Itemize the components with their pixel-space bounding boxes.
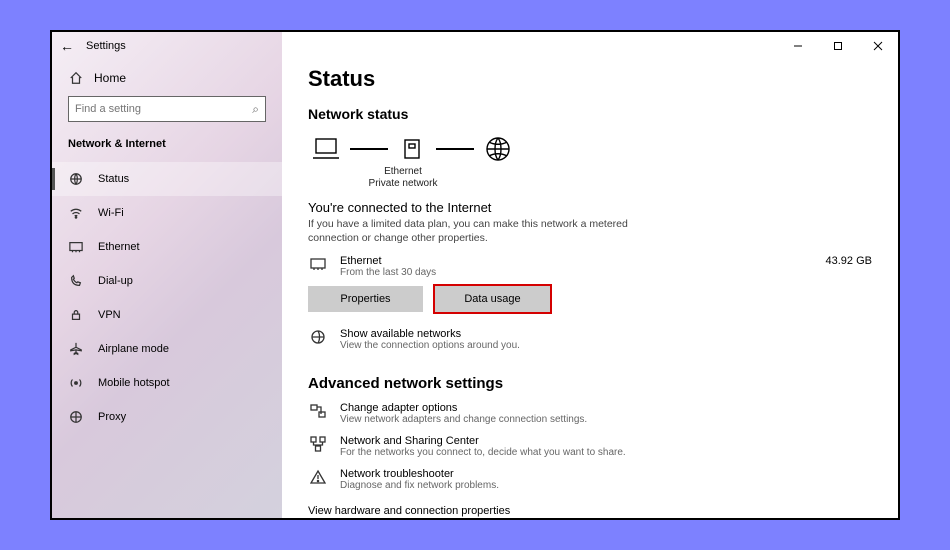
wifi-icon <box>68 205 84 221</box>
sidebar-item-proxy[interactable]: Proxy <box>52 400 282 434</box>
section-title: Network & Internet <box>52 134 282 162</box>
back-button[interactable]: ← <box>60 38 74 54</box>
network-diagram <box>308 134 872 164</box>
link-sub: View the connection options around you. <box>340 340 520 351</box>
sidebar-item-label: Ethernet <box>98 241 140 253</box>
sidebar-item-airplane[interactable]: Airplane mode <box>52 332 282 366</box>
maximize-button[interactable] <box>818 33 858 59</box>
connected-desc: If you have a limited data plan, you can… <box>308 218 638 245</box>
search-input[interactable] <box>75 103 246 115</box>
search-box[interactable]: ⌕ <box>68 96 266 122</box>
link-title: Show available networks <box>340 328 520 340</box>
sidebar-item-status[interactable]: Status <box>52 162 282 196</box>
adapter-options-link[interactable]: Change adapter options View network adap… <box>308 402 872 425</box>
hotspot-icon <box>68 375 84 391</box>
advanced-heading: Advanced network settings <box>308 375 872 392</box>
vpn-icon <box>68 307 84 323</box>
adapter-name: Ethernet <box>340 255 814 267</box>
ethernet-icon <box>308 255 328 272</box>
show-networks-link[interactable]: Show available networks View the connect… <box>308 328 872 351</box>
link-title: Network troubleshooter <box>340 468 499 480</box>
sidebar-item-label: Status <box>98 173 129 185</box>
sidebar-item-label: Airplane mode <box>98 343 169 355</box>
sidebar: Home ⌕ Network & Internet Status Wi-Fi E… <box>52 32 282 518</box>
dialup-icon <box>68 273 84 289</box>
troubleshooter-link[interactable]: Network troubleshooter Diagnose and fix … <box>308 468 872 491</box>
connected-title: You're connected to the Internet <box>308 200 872 215</box>
link-sub: For the networks you connect to, decide … <box>340 447 626 458</box>
properties-button[interactable]: Properties <box>308 286 423 312</box>
sidebar-item-label: Dial-up <box>98 275 133 287</box>
laptop-icon <box>308 134 344 164</box>
sharing-icon <box>308 435 328 452</box>
ethernet-icon <box>68 239 84 255</box>
sidebar-item-dialup[interactable]: Dial-up <box>52 264 282 298</box>
link-sub: View network adapters and change connect… <box>340 414 587 425</box>
airplane-icon <box>68 341 84 357</box>
home-icon <box>68 70 84 86</box>
sidebar-item-wifi[interactable]: Wi-Fi <box>52 196 282 230</box>
globe-icon <box>308 328 328 345</box>
sharing-center-link[interactable]: Network and Sharing Center For the netwo… <box>308 435 872 458</box>
adapter-usage: 43.92 GB <box>826 255 872 267</box>
sidebar-item-vpn[interactable]: VPN <box>52 298 282 332</box>
globe-icon <box>480 134 516 164</box>
sidebar-item-label: Wi-Fi <box>98 207 124 219</box>
proxy-icon <box>68 409 84 425</box>
sidebar-item-ethernet[interactable]: Ethernet <box>52 230 282 264</box>
warning-icon <box>308 468 328 485</box>
adapter-period: From the last 30 days <box>340 267 814 278</box>
link-sub: Diagnose and fix network problems. <box>340 480 499 491</box>
router-icon <box>394 134 430 164</box>
data-usage-button[interactable]: Data usage <box>435 286 550 312</box>
sidebar-item-label: Proxy <box>98 411 126 423</box>
link-title: Network and Sharing Center <box>340 435 626 447</box>
sidebar-item-label: Mobile hotspot <box>98 377 170 389</box>
home-link[interactable]: Home <box>52 66 282 96</box>
nav-list: Status Wi-Fi Ethernet Dial-up VPN Airpla… <box>52 162 282 434</box>
settings-window: ← Settings Home ⌕ Network & Internet Sta… <box>50 30 900 520</box>
search-icon: ⌕ <box>252 102 259 117</box>
diagram-label: Ethernet Private network <box>348 166 458 190</box>
subheading: Network status <box>308 106 872 122</box>
close-button[interactable] <box>858 33 898 59</box>
sidebar-item-hotspot[interactable]: Mobile hotspot <box>52 366 282 400</box>
home-label: Home <box>94 71 126 85</box>
globe-icon <box>68 171 84 187</box>
adapter-row: Ethernet From the last 30 days 43.92 GB <box>308 255 872 278</box>
titlebar: ← Settings <box>52 32 898 60</box>
main-content: Status Network status Ethernet Private n… <box>282 32 898 518</box>
window-title: Settings <box>86 40 126 52</box>
sidebar-item-label: VPN <box>98 309 121 321</box>
hardware-link[interactable]: View hardware and connection properties <box>308 505 872 517</box>
minimize-button[interactable] <box>778 33 818 59</box>
page-title: Status <box>308 66 872 92</box>
adapter-icon <box>308 402 328 419</box>
link-title: Change adapter options <box>340 402 587 414</box>
